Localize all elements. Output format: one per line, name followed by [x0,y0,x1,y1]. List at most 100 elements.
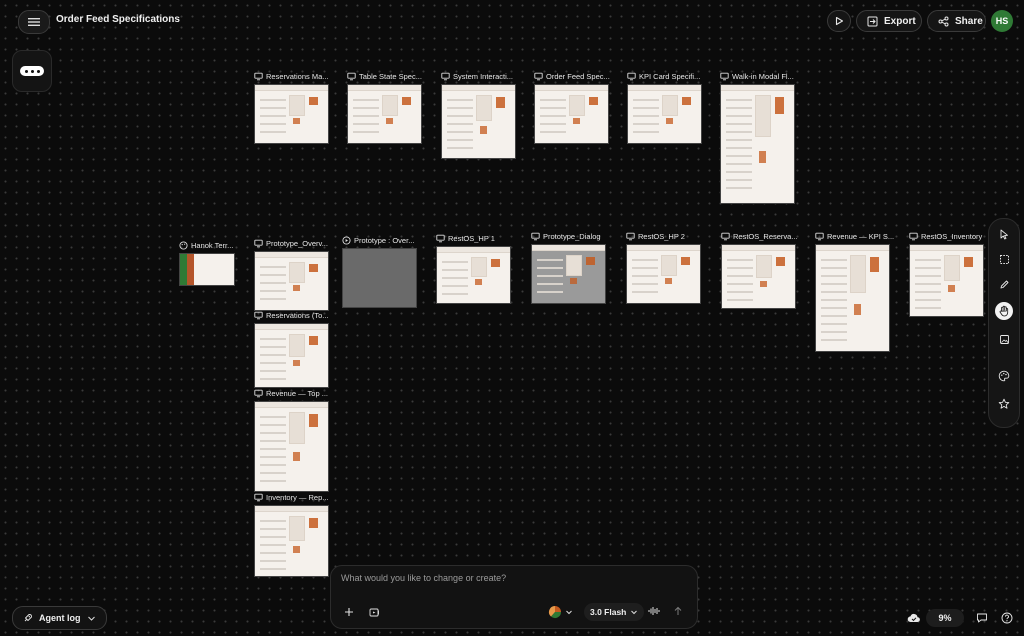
image-tool[interactable] [995,330,1013,348]
canvas-frame[interactable]: Prototype : Over... [342,236,417,308]
attach-screen-button[interactable] [367,605,381,619]
export-button[interactable]: Export [856,10,922,32]
screen-icon [436,234,445,243]
canvas-frame[interactable]: Inventory — Rep... [254,493,329,577]
frame-label[interactable]: Prototype_Overv... [254,237,328,249]
hand-tool[interactable] [995,302,1013,320]
frame-label-text: Prototype_Dialog [543,231,601,241]
play-icon [834,16,844,26]
share-label: Share [955,15,983,27]
share-icon [938,16,949,27]
frame-thumbnail [909,244,984,317]
agent-log-label: Agent log [39,613,81,623]
frame-label[interactable]: Prototype : Over... [342,234,414,246]
help-button[interactable] [999,610,1015,626]
canvas-frame[interactable]: RestOS_HP 1 [436,234,511,304]
canvas-frame[interactable]: Prototype_Overv... [254,239,329,311]
frame-label[interactable]: Hanok Terr... [179,239,233,251]
screen-icon [254,389,263,398]
frame-label-text: Prototype_Overv... [266,238,328,248]
favorites-tool[interactable] [995,395,1013,413]
frame-label-text: Hanok Terr... [191,240,234,250]
frame-label-text: Inventory — Rep... [266,492,329,502]
frame-label-text: RestOS_HP 2 [638,231,685,241]
frame-label-text: System Interacti... [453,71,514,81]
canvas-frame[interactable]: Walk-in Modal Fl... [720,72,795,204]
canvas-frame[interactable]: Reservations Ma... [254,72,329,144]
canvas-frame[interactable]: RestOS_HP 2 [626,232,701,304]
frame-label[interactable]: Prototype_Dialog [531,230,601,242]
canvas-frame[interactable]: Revenue — Top ... [254,389,329,492]
canvas-frame[interactable]: System Interacti... [441,72,516,159]
frame-thumbnail [720,84,795,204]
frame-label[interactable]: RestOS_HP 2 [626,230,685,242]
frame-label-text: Order Feed Spec... [546,71,610,81]
frame-thumbnail [254,251,329,311]
export-label: Export [884,15,916,27]
frame-label[interactable]: Reservations (To... [254,309,329,321]
canvas-frame[interactable]: RestOS_Inventory [909,232,984,317]
theme-picker[interactable] [545,603,575,621]
agent-chip-button[interactable] [12,50,52,92]
frame-label[interactable]: Inventory — Rep... [254,491,329,503]
frame-label[interactable]: Revenue — KPI S... [815,230,894,242]
marquee-tool[interactable] [995,250,1013,268]
canvas-frame[interactable]: Table State Spec... [347,72,422,144]
comments-button[interactable] [974,610,990,626]
frame-label[interactable]: Walk-in Modal Fl... [720,70,794,82]
document-title[interactable]: Order Feed Specifications [56,14,180,25]
screen-icon [531,232,540,241]
frame-label-text: Revenue — KPI S... [827,231,895,241]
frame-label-text: Prototype : Over... [354,235,415,245]
screen-capture-icon [369,607,380,618]
star-icon [998,398,1010,410]
frame-thumbnail [254,323,329,388]
frame-label-text: RestOS_HP 1 [448,233,495,243]
frame-label-text: RestOS_Inventory [921,231,983,241]
canvas-frame[interactable]: Reservations (To... [254,311,329,388]
frame-label[interactable]: RestOS_HP 1 [436,232,495,244]
waveform-icon [648,606,660,616]
frame-label[interactable]: Reservations Ma... [254,70,329,82]
canvas-frame[interactable]: KPI Card Specifi... [627,72,702,144]
cursor-icon [999,229,1010,240]
chat-composer: 3.0 Flash [330,565,698,629]
frame-label[interactable]: KPI Card Specifi... [627,70,700,82]
canvas-frame[interactable]: RestOS_Reserva... [721,232,798,309]
zoom-level[interactable]: 9% [926,609,964,627]
canvas-frame[interactable]: Order Feed Spec... [534,72,610,144]
frame-label[interactable]: System Interacti... [441,70,513,82]
cloud-check-icon [907,612,921,624]
comment-icon [976,612,988,624]
frame-label[interactable]: RestOS_Inventory [909,230,982,242]
screen-icon [534,72,543,81]
share-button[interactable]: Share [927,10,986,32]
add-button[interactable] [343,606,355,618]
prompt-input[interactable] [339,572,683,584]
menu-button[interactable] [18,10,50,34]
screen-icon [909,232,918,241]
agent-log-button[interactable]: Agent log [12,606,107,630]
canvas-frame[interactable]: Revenue — KPI S... [815,232,894,352]
screen-icon [627,72,636,81]
screen-icon [721,232,730,241]
frame-label[interactable]: Table State Spec... [347,70,422,82]
frame-thumbnail [441,84,516,159]
voice-input-button[interactable] [647,604,661,618]
style-tool[interactable] [995,367,1013,385]
frame-label[interactable]: Revenue — Top ... [254,387,328,399]
frame-thumbnail [179,253,235,286]
play-button[interactable] [827,10,851,32]
select-tool[interactable] [995,225,1013,243]
draw-tool[interactable] [995,275,1013,293]
avatar[interactable]: HS [991,10,1013,32]
canvas-frame[interactable]: Prototype_Dialog [531,232,606,304]
model-selector[interactable]: 3.0 Flash [584,603,645,621]
send-button[interactable] [671,604,685,618]
frame-thumbnail [627,84,702,144]
sync-status-button[interactable] [906,610,922,626]
frame-label[interactable]: RestOS_Reserva... [721,230,798,242]
canvas-frame[interactable]: Hanok Terr... [179,241,235,286]
top-bar: Order Feed Specifications Export Share H… [0,0,1024,42]
frame-label[interactable]: Order Feed Spec... [534,70,610,82]
